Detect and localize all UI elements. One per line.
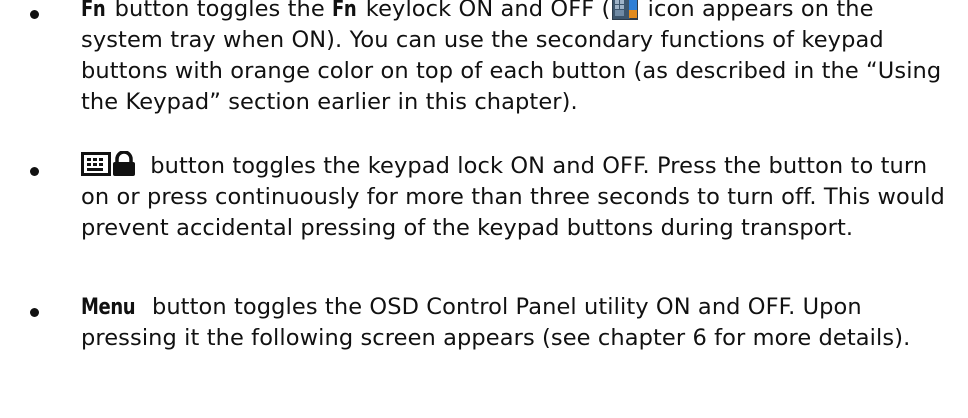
bullet-dot <box>30 167 39 176</box>
bullet-dot <box>30 308 39 317</box>
text-segment: button toggles the OSD Control Panel uti… <box>81 294 911 351</box>
fn-key-label: Fn <box>332 0 357 22</box>
text-segment: button toggles the <box>107 0 333 22</box>
paragraph-fn: Fn button toggles the Fn keylock ON and … <box>81 0 961 118</box>
menu-key-label: Menu <box>81 294 136 320</box>
fn-lock-tray-icon <box>612 0 639 20</box>
paragraph-menu: Menu button toggles the OSD Control Pane… <box>81 292 961 354</box>
text-segment: button toggles the keypad lock ON and OF… <box>81 153 945 241</box>
text-segment: keylock ON and OFF ( <box>358 0 611 22</box>
bullet-dot <box>30 10 39 19</box>
keypad-lock-icon <box>81 150 137 177</box>
paragraph-keypad-lock: button toggles the keypad lock ON and OF… <box>81 150 961 244</box>
fn-key-label: Fn <box>81 0 106 22</box>
